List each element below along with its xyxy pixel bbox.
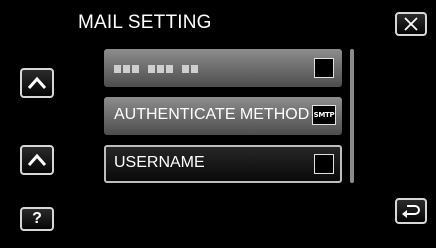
chevron-up-icon	[27, 153, 47, 166]
back-arrow-icon	[402, 205, 420, 218]
page-title: MAIL SETTING	[78, 12, 212, 33]
setting-row-username[interactable]: USERNAME	[104, 145, 342, 183]
help-button[interactable]: ?	[20, 207, 54, 231]
setting-row-masked[interactable]	[104, 49, 342, 87]
row-checkbox	[314, 58, 334, 78]
close-button[interactable]	[395, 12, 427, 36]
masked-value	[114, 65, 204, 73]
smtp-badge: SMTP	[312, 105, 336, 125]
chevron-up-icon	[27, 76, 47, 89]
row-checkbox	[314, 154, 334, 174]
back-button[interactable]	[395, 198, 427, 224]
close-icon	[404, 17, 418, 31]
scrollbar[interactable]	[350, 49, 354, 183]
setting-row-authenticate-method[interactable]: AUTHENTICATE METHOD SMTP	[104, 97, 342, 135]
page-up-button[interactable]	[20, 145, 54, 175]
row-label: USERNAME	[114, 154, 205, 171]
mail-setting-screen: MAIL SETTING ? AUTHENTICATE METHOD SMTP …	[0, 0, 436, 248]
scroll-up-button[interactable]	[20, 68, 54, 98]
row-label: AUTHENTICATE METHOD	[114, 106, 310, 123]
